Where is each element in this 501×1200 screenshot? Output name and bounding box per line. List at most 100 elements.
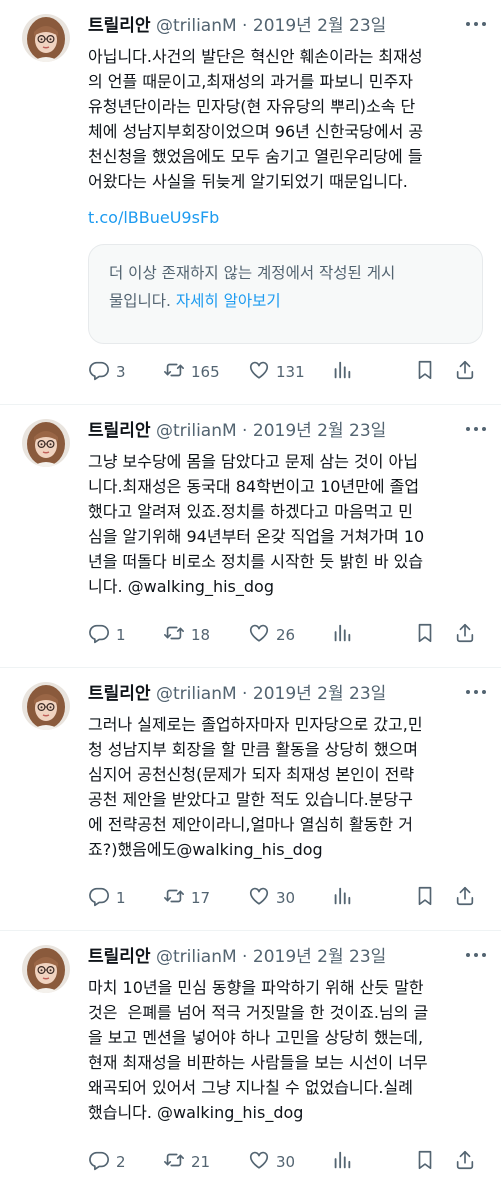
- user-handle[interactable]: @trilianM: [156, 421, 237, 441]
- display-name[interactable]: 트릴리안: [88, 421, 151, 441]
- like-count: 131: [276, 363, 305, 381]
- more-options-icon[interactable]: [463, 14, 489, 34]
- tweet-actions: 1 17 30: [88, 886, 487, 910]
- tweet-header: 트릴리안 @trilianM · 2019년 2월 23일: [88, 419, 487, 443]
- retweet-button[interactable]: 18: [163, 623, 210, 647]
- tweet[interactable]: 트릴리안 @trilianM · 2019년 2월 23일아닙니다.사건의 발단…: [0, 0, 501, 405]
- heart-icon: [248, 885, 270, 911]
- heart-icon: [248, 622, 270, 648]
- views-button[interactable]: [331, 1150, 353, 1174]
- bookmark-button[interactable]: [414, 886, 436, 910]
- like-button[interactable]: 26: [248, 623, 295, 647]
- separator-dot: ·: [236, 16, 253, 36]
- like-button[interactable]: 131: [248, 360, 305, 384]
- more-options-icon[interactable]: [463, 682, 489, 702]
- share-button[interactable]: [454, 623, 476, 647]
- reply-icon: [88, 622, 110, 648]
- tweet-actions: 3 165 131: [88, 360, 487, 384]
- separator-dot: ·: [236, 947, 253, 967]
- reply-count: 1: [116, 626, 126, 644]
- bookmark-button[interactable]: [414, 360, 436, 384]
- reply-count: 2: [116, 1153, 126, 1171]
- share-icon: [454, 1149, 476, 1175]
- separator-dot: ·: [236, 421, 253, 441]
- tweet-date[interactable]: 2019년 2월 23일: [253, 421, 386, 441]
- tweet-text: 그러나 실제로는 졸업하자마자 민자당으로 갔고,민 청 성남지부 회장을 할 …: [88, 715, 423, 859]
- reply-icon: [88, 885, 110, 911]
- retweet-button[interactable]: 21: [163, 1150, 210, 1174]
- bookmark-icon: [414, 1149, 436, 1175]
- avatar[interactable]: [22, 14, 70, 62]
- bookmark-icon: [414, 359, 436, 385]
- retweet-count: 165: [191, 363, 220, 381]
- tweet-actions: 2 21 30: [88, 1150, 487, 1174]
- reply-button[interactable]: 3: [88, 360, 126, 384]
- tweet[interactable]: 트릴리안 @trilianM · 2019년 2월 23일그냥 보수당에 몸을 …: [0, 405, 501, 668]
- share-button[interactable]: [454, 886, 476, 910]
- more-options-icon[interactable]: [463, 419, 489, 439]
- avatar[interactable]: [22, 945, 70, 993]
- tweet-text: 마치 10년을 민심 동향을 파악하기 위해 산듯 말한 것은 은폐를 넘어 적…: [88, 978, 429, 1122]
- bookmark-icon: [414, 885, 436, 911]
- share-icon: [454, 885, 476, 911]
- reply-count: 1: [116, 889, 126, 907]
- reply-count: 3: [116, 363, 126, 381]
- separator-dot: ·: [236, 684, 253, 704]
- learn-more-link[interactable]: 자세히 알아보기: [176, 292, 281, 310]
- tweet-header: 트릴리안 @trilianM · 2019년 2월 23일: [88, 14, 487, 38]
- avatar[interactable]: [22, 419, 70, 467]
- reply-button[interactable]: 1: [88, 886, 126, 910]
- views-icon: [331, 885, 353, 911]
- display-name[interactable]: 트릴리안: [88, 16, 151, 36]
- bookmark-button[interactable]: [414, 1150, 436, 1174]
- heart-icon: [248, 1149, 270, 1175]
- reply-button[interactable]: 1: [88, 623, 126, 647]
- tweet-text: 아닙니다.사건의 발단은 혁신안 훼손이라는 최재성 의 언플 때문이고,최재성…: [88, 47, 424, 191]
- user-handle[interactable]: @trilianM: [156, 16, 237, 36]
- reply-icon: [88, 1149, 110, 1175]
- like-count: 30: [276, 1153, 296, 1171]
- tweet[interactable]: 트릴리안 @trilianM · 2019년 2월 23일마치 10년을 민심 …: [0, 931, 501, 1200]
- like-count: 30: [276, 889, 296, 907]
- retweet-button[interactable]: 17: [163, 886, 210, 910]
- tweet-header: 트릴리안 @trilianM · 2019년 2월 23일: [88, 945, 487, 969]
- retweet-button[interactable]: 165: [163, 360, 220, 384]
- views-icon: [331, 622, 353, 648]
- retweet-icon: [163, 885, 185, 911]
- tweet[interactable]: 트릴리안 @trilianM · 2019년 2월 23일그러나 실제로는 졸업…: [0, 668, 501, 931]
- share-icon: [454, 622, 476, 648]
- retweet-icon: [163, 1149, 185, 1175]
- tweet-link[interactable]: t.co/lBBueU9sFb: [88, 205, 219, 230]
- views-button[interactable]: [331, 623, 353, 647]
- retweet-count: 18: [191, 626, 211, 644]
- user-handle[interactable]: @trilianM: [156, 684, 237, 704]
- like-button[interactable]: 30: [248, 1150, 295, 1174]
- bookmark-button[interactable]: [414, 623, 436, 647]
- bookmark-icon: [414, 622, 436, 648]
- more-options-icon[interactable]: [463, 945, 489, 965]
- heart-icon: [248, 359, 270, 385]
- like-button[interactable]: 30: [248, 886, 295, 910]
- views-icon: [331, 1149, 353, 1175]
- tweet-date[interactable]: 2019년 2월 23일: [253, 684, 386, 704]
- retweet-count: 17: [191, 889, 211, 907]
- display-name[interactable]: 트릴리안: [88, 684, 151, 704]
- views-button[interactable]: [331, 886, 353, 910]
- tweet-date[interactable]: 2019년 2월 23일: [253, 947, 386, 967]
- tweet-date[interactable]: 2019년 2월 23일: [253, 16, 386, 36]
- display-name[interactable]: 트릴리안: [88, 947, 151, 967]
- tweet-text: 그냥 보수당에 몸을 담았다고 문제 삼는 것이 아닙 니다.최재성은 동국대 …: [88, 452, 425, 596]
- retweet-count: 21: [191, 1153, 211, 1171]
- retweet-icon: [163, 359, 185, 385]
- reply-icon: [88, 359, 110, 385]
- unavailable-post-notice: 더 이상 존재하지 않는 계정에서 작성된 게시 물입니다. 자세히 알아보기: [88, 244, 483, 344]
- reply-button[interactable]: 2: [88, 1150, 126, 1174]
- user-handle[interactable]: @trilianM: [156, 947, 237, 967]
- share-button[interactable]: [454, 1150, 476, 1174]
- tweet-actions: 1 18 26: [88, 623, 487, 647]
- views-icon: [331, 359, 353, 385]
- share-button[interactable]: [454, 360, 476, 384]
- views-button[interactable]: [331, 360, 353, 384]
- retweet-icon: [163, 622, 185, 648]
- avatar[interactable]: [22, 682, 70, 730]
